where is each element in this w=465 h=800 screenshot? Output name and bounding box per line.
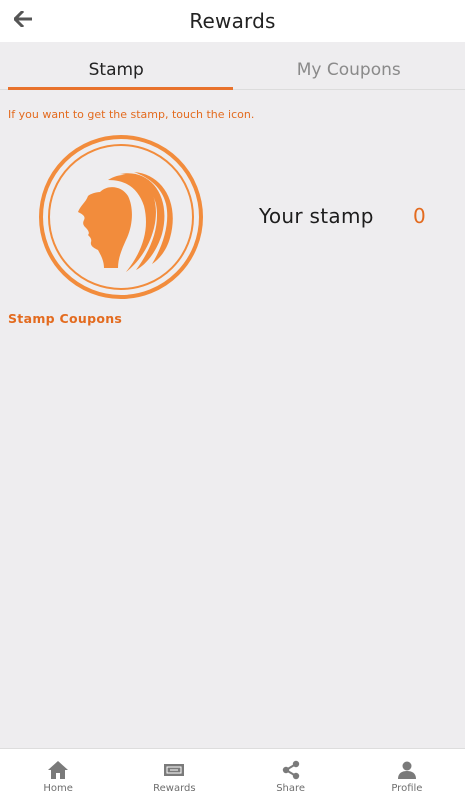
nav-share-label: Share: [276, 783, 306, 794]
home-icon: [48, 761, 69, 779]
nav-home[interactable]: Home: [0, 749, 116, 800]
bottom-navigation: Home Rewards Share Profile: [0, 748, 465, 800]
stamp-count: 0: [413, 204, 426, 228]
stamp-button[interactable]: [38, 134, 204, 300]
tab-stamp[interactable]: Stamp: [0, 50, 233, 90]
nav-rewards[interactable]: Rewards: [116, 749, 232, 800]
active-tab-indicator: [8, 87, 233, 90]
stamp-hint-text: If you want to get the stamp, touch the …: [8, 108, 255, 121]
stamp-coupons-link[interactable]: Stamp Coupons: [8, 311, 122, 326]
nav-profile-label: Profile: [391, 783, 423, 794]
nav-profile[interactable]: Profile: [349, 749, 465, 800]
user-icon: [397, 761, 416, 779]
back-button[interactable]: [8, 6, 38, 32]
tab-my-coupons[interactable]: My Coupons: [233, 50, 465, 89]
share-icon: [282, 760, 299, 780]
nav-rewards-label: Rewards: [153, 783, 196, 794]
tab-bar: Stamp My Coupons: [0, 50, 465, 90]
nav-home-label: Home: [43, 783, 73, 794]
tab-stamp-label: Stamp: [88, 59, 144, 80]
nav-share[interactable]: Share: [233, 749, 349, 800]
your-stamp-label: Your stamp: [259, 204, 374, 228]
rewards-screen: Rewards Stamp My Coupons If you want to …: [0, 0, 465, 800]
arrow-left-icon: [14, 11, 32, 27]
woman-profile-hair-icon: [39, 135, 203, 299]
top-bar: Rewards: [0, 0, 465, 42]
ticket-icon: [164, 764, 185, 776]
tab-my-coupons-label: My Coupons: [296, 59, 401, 80]
page-title: Rewards: [189, 9, 276, 33]
